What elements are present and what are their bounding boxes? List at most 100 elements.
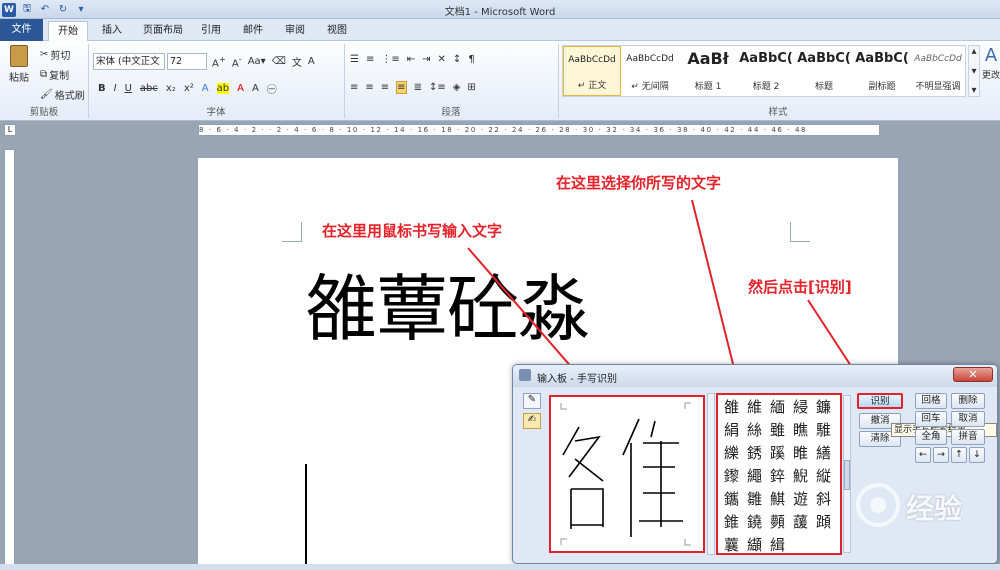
word-app-icon[interactable]: W [2,2,16,17]
candidate-char[interactable]: 鑴 [720,488,743,511]
candidate-char[interactable]: 蘘 [720,534,743,557]
align-right-icon[interactable]: ≡ [381,82,389,93]
justify-icon[interactable]: ≡ [396,81,407,94]
candidate-char[interactable]: 斜 [812,488,835,511]
tab-home[interactable]: 开始 [48,21,88,42]
space-button[interactable]: 回格 [915,393,947,409]
candidate-char[interactable]: 縦 [812,465,835,488]
sort-icon[interactable]: ↕ [453,54,461,65]
tab-view[interactable]: 视图 [322,21,352,41]
distributed-icon[interactable]: ≣ [414,82,422,93]
tab-insert[interactable]: 插入 [94,21,130,41]
font-color-icon[interactable]: A [237,83,244,94]
canvas-scrollbar[interactable] [707,393,715,555]
tab-selector-icon[interactable]: L [4,124,16,136]
document-text[interactable]: 雒蕈砼淼 [305,250,590,355]
font-name-select[interactable]: 宋体 (中文正文 [93,53,165,70]
align-left-icon[interactable]: ≡ [350,82,358,93]
candidate-char[interactable]: 鯕 [766,488,789,511]
candidate-char[interactable]: 雖 [766,419,789,442]
change-styles-button[interactable]: A 更改 [982,45,1000,81]
candidate-char[interactable]: 錊 [766,465,789,488]
borders-icon[interactable]: ⊞ [467,82,475,93]
arrow-down-button[interactable]: ↓ [969,447,985,463]
copy-button[interactable]: ⧉ 复制 [40,67,69,82]
font-size-select[interactable]: 72 [167,53,207,70]
superscript-icon[interactable]: x² [184,83,194,94]
phonetic-icon[interactable]: 文 [292,54,302,69]
candidate-char[interactable]: 遊 [789,488,812,511]
shrink-font-icon[interactable]: A- [232,54,242,69]
grow-font-icon[interactable]: A+ [212,54,226,69]
candidate-char[interactable]: 絹 [720,419,743,442]
candidate-char[interactable]: 騅 [812,419,835,442]
scroll-up-icon[interactable]: ▴ [971,46,976,57]
line-spacing-icon[interactable]: ↕≡ [429,82,446,93]
candidate-char[interactable]: 錐 [720,511,743,534]
redo-icon[interactable]: ↻ [56,3,70,17]
style-title[interactable]: AaBbC(标题 [795,46,853,96]
ime-mode-icon[interactable]: ✎ [523,393,541,409]
candidate-char[interactable]: 綅 [789,396,812,419]
candidate-char[interactable]: 纈 [743,534,766,557]
ruler-scale[interactable]: 8 · 6 · 4 · 2 · · 2 · 4 · 6 · 8 · 10 · 1… [198,124,880,136]
candidate-char[interactable]: 維 [743,396,766,419]
underline-icon[interactable]: U [125,83,132,94]
italic-icon[interactable]: I [114,83,117,94]
candidate-char[interactable]: 雒 [720,396,743,419]
tab-review[interactable]: 审阅 [280,21,310,41]
bold-icon[interactable]: B [98,83,106,94]
ime-title-bar[interactable]: 输入板 - 手写识别 ✕ [513,365,997,387]
candidate-char[interactable]: 蘐 [789,511,812,534]
tab-references[interactable]: 引用 [196,21,226,41]
style-normal[interactable]: AaBbCcDd ↵ 正文 [563,46,621,96]
candidate-char[interactable]: 銹 [743,442,766,465]
undo-icon[interactable]: ↶ [38,3,52,17]
char-border-icon[interactable]: A [308,56,315,67]
style-subtitle[interactable]: AaBbC(副标题 [853,46,911,96]
candidate-char[interactable]: 瞧 [789,419,812,442]
enter-button[interactable]: 回车 [915,411,947,427]
multilevel-icon[interactable]: ⋮≡ [381,54,399,65]
text-effects-icon[interactable]: A [202,83,209,94]
candidate-char[interactable]: 雛 [743,488,766,511]
handwriting-canvas[interactable] [549,395,705,553]
vertical-ruler-scale[interactable] [4,149,15,570]
customize-qat-icon[interactable]: ▾ [74,3,88,17]
handwriting-mode-icon[interactable]: ✍ [523,413,541,429]
align-center-icon[interactable]: ≡ [365,82,373,93]
highlight-icon[interactable]: ab [216,83,230,94]
candidate-char[interactable]: 睢 [789,442,812,465]
candidate-char[interactable]: 纅 [720,442,743,465]
char-shading-icon[interactable]: A [252,83,259,94]
save-icon[interactable]: 🖫 [20,3,34,17]
subscript-icon[interactable]: x₂ [166,83,176,94]
style-heading-1[interactable]: AaBł 标题 1 [679,46,737,96]
candidate-char[interactable]: 蹊 [766,442,789,465]
candidate-char[interactable]: 緝 [766,534,789,557]
full-width-button[interactable]: 全角 [915,429,947,445]
pinyin-button[interactable]: 拼音 [951,429,985,445]
enclose-char-icon[interactable]: ㊀ [267,81,277,96]
style-heading-2[interactable]: AaBbC(标题 2 [737,46,795,96]
recognize-button[interactable]: 识别 [857,393,903,409]
candidate-char[interactable]: 蹞 [812,511,835,534]
arrow-up-button[interactable]: ↑ [951,447,967,463]
candidate-char[interactable]: 繕 [812,442,835,465]
style-no-spacing[interactable]: AaBbCcDd ↵ 无间隔 [621,46,679,96]
decrease-indent-icon[interactable]: ⇤ [407,54,415,65]
paste-button[interactable]: 粘贴 [8,45,30,84]
more-icon[interactable]: ▾ [971,85,976,96]
tab-file[interactable]: 文件 [0,19,43,41]
bullets-icon[interactable]: ☰ [350,54,359,65]
arrow-right-button[interactable]: → [933,447,949,463]
close-button[interactable]: ✕ [953,367,993,382]
arrow-left-button[interactable]: ← [915,447,931,463]
cancel-button[interactable]: 取消 [951,411,985,427]
cut-button[interactable]: ✂ 剪切 [40,47,70,62]
scroll-down-icon[interactable]: ▾ [971,66,976,77]
candidate-char[interactable]: 鐃 [743,511,766,534]
candidate-char[interactable]: 繩 [743,465,766,488]
change-case-icon[interactable]: Aa▾ [248,56,266,67]
chinese-layout-icon[interactable]: ✕ [438,54,446,65]
